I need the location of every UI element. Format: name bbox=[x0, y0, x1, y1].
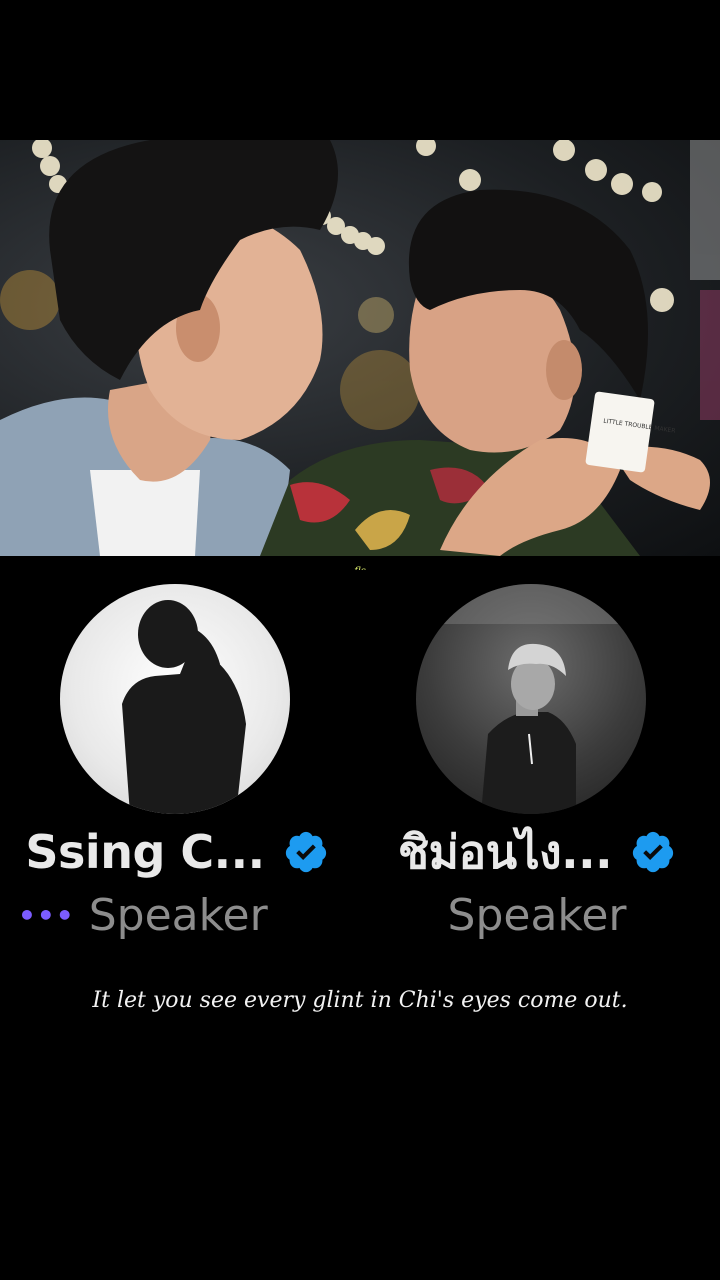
speaker-name: Ssing C... bbox=[25, 825, 265, 879]
name-row: Ssing C... bbox=[0, 822, 354, 882]
portrait-avatar-image bbox=[416, 584, 646, 814]
role-row: ••• Speaker bbox=[0, 889, 354, 941]
speakers-panel: Ssing C... ••• Speaker ชิม่อนไง... Speak… bbox=[0, 570, 720, 948]
speaker-role: Speaker bbox=[447, 889, 627, 941]
speaking-indicator-icon: ••• bbox=[18, 898, 75, 932]
verified-badge-icon bbox=[632, 831, 674, 873]
verified-badge-icon bbox=[285, 831, 326, 873]
silhouette-avatar-image bbox=[122, 600, 246, 814]
speaker-name: ชิม่อนไง... bbox=[397, 824, 613, 879]
speaker-card-1[interactable]: Ssing C... ••• Speaker bbox=[0, 584, 354, 944]
name-row: ชิม่อนไง... bbox=[360, 822, 714, 882]
speaker-role: Speaker bbox=[88, 889, 268, 941]
speaker-card-2[interactable]: ชิม่อนไง... Speaker bbox=[360, 584, 714, 944]
video-still: LITTLE TROUBLE MAKER bbox=[0, 140, 720, 556]
video-still-illustration: LITTLE TROUBLE MAKER bbox=[0, 140, 720, 556]
avatar[interactable] bbox=[60, 584, 290, 814]
avatar[interactable] bbox=[416, 584, 646, 814]
role-row: Speaker bbox=[360, 889, 714, 941]
subtitle-caption: It let you see every glint in Chi's eyes… bbox=[92, 988, 628, 1013]
